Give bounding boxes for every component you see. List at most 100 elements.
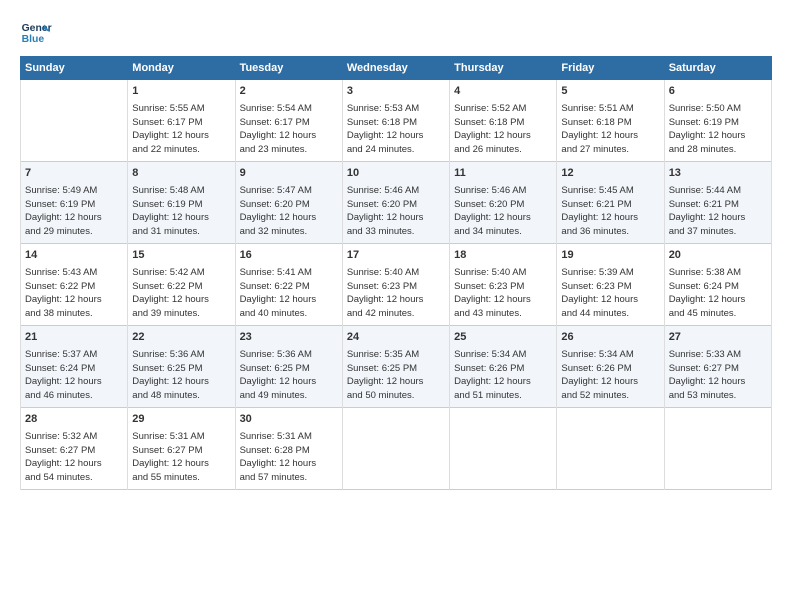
day-info: Sunrise: 5:49 AM Sunset: 6:19 PM Dayligh… [25,184,123,239]
day-info: Sunrise: 5:40 AM Sunset: 6:23 PM Dayligh… [347,266,445,321]
day-number: 22 [132,330,230,346]
calendar-table: SundayMondayTuesdayWednesdayThursdayFrid… [20,56,772,490]
calendar-cell: 23 Sunrise: 5:36 AM Sunset: 6:25 PM Dayli… [235,326,342,408]
day-number: 18 [454,248,552,264]
day-number: 6 [669,84,767,100]
day-info: Sunrise: 5:55 AM Sunset: 6:17 PM Dayligh… [132,102,230,157]
calendar-cell: 10 Sunrise: 5:46 AM Sunset: 6:20 PM Dayli… [342,162,449,244]
calendar-cell: 11 Sunrise: 5:46 AM Sunset: 6:20 PM Dayli… [450,162,557,244]
day-info: Sunrise: 5:37 AM Sunset: 6:24 PM Dayligh… [25,348,123,403]
day-info: Sunrise: 5:42 AM Sunset: 6:22 PM Dayligh… [132,266,230,321]
column-header-tuesday: Tuesday [235,57,342,80]
calendar-cell: 28 Sunrise: 5:32 AM Sunset: 6:27 PM Dayli… [21,408,128,490]
day-info: Sunrise: 5:51 AM Sunset: 6:18 PM Dayligh… [561,102,659,157]
calendar-cell: 5 Sunrise: 5:51 AM Sunset: 6:18 PM Daylig… [557,80,664,162]
day-number: 24 [347,330,445,346]
day-number: 5 [561,84,659,100]
day-info: Sunrise: 5:36 AM Sunset: 6:25 PM Dayligh… [240,348,338,403]
calendar-cell: 17 Sunrise: 5:40 AM Sunset: 6:23 PM Dayli… [342,244,449,326]
day-number: 15 [132,248,230,264]
day-info: Sunrise: 5:50 AM Sunset: 6:19 PM Dayligh… [669,102,767,157]
calendar-cell [664,408,771,490]
calendar-cell: 30 Sunrise: 5:31 AM Sunset: 6:28 PM Dayli… [235,408,342,490]
calendar-header-row: SundayMondayTuesdayWednesdayThursdayFrid… [21,57,772,80]
calendar-cell: 16Sunrise: 5:41 AM Sunset: 6:22 PM Dayli… [235,244,342,326]
svg-text:General: General [22,23,52,34]
calendar-cell: 2 Sunrise: 5:54 AM Sunset: 6:17 PM Daylig… [235,80,342,162]
day-number: 27 [669,330,767,346]
day-number: 25 [454,330,552,346]
calendar-cell: 18 Sunrise: 5:40 AM Sunset: 6:23 PM Dayli… [450,244,557,326]
day-info: Sunrise: 5:43 AM Sunset: 6:22 PM Dayligh… [25,266,123,321]
day-info: Sunrise: 5:54 AM Sunset: 6:17 PM Dayligh… [240,102,338,157]
calendar-cell: 3Sunrise: 5:53 AM Sunset: 6:18 PM Daylig… [342,80,449,162]
day-info: Sunrise: 5:40 AM Sunset: 6:23 PM Dayligh… [454,266,552,321]
day-number: 13 [669,166,767,182]
column-header-sunday: Sunday [21,57,128,80]
column-header-friday: Friday [557,57,664,80]
day-info: Sunrise: 5:48 AM Sunset: 6:19 PM Dayligh… [132,184,230,239]
calendar-cell [450,408,557,490]
day-number: 10 [347,166,445,182]
calendar-cell: 22 Sunrise: 5:36 AM Sunset: 6:25 PM Dayli… [128,326,235,408]
day-number: 26 [561,330,659,346]
day-number: 4 [454,84,552,100]
column-header-thursday: Thursday [450,57,557,80]
day-number: 8 [132,166,230,182]
day-number: 1 [132,84,230,100]
calendar-cell: 7 Sunrise: 5:49 AM Sunset: 6:19 PM Daylig… [21,162,128,244]
calendar-cell: 12 Sunrise: 5:45 AM Sunset: 6:21 PM Dayli… [557,162,664,244]
day-info: Sunrise: 5:46 AM Sunset: 6:20 PM Dayligh… [454,184,552,239]
week-row-2: 7 Sunrise: 5:49 AM Sunset: 6:19 PM Daylig… [21,162,772,244]
day-info: Sunrise: 5:35 AM Sunset: 6:25 PM Dayligh… [347,348,445,403]
day-number: 3 [347,84,445,100]
day-number: 16 [240,248,338,264]
calendar-cell: 4Sunrise: 5:52 AM Sunset: 6:18 PM Daylig… [450,80,557,162]
day-info: Sunrise: 5:47 AM Sunset: 6:20 PM Dayligh… [240,184,338,239]
day-number: 12 [561,166,659,182]
calendar-cell [342,408,449,490]
day-info: Sunrise: 5:34 AM Sunset: 6:26 PM Dayligh… [561,348,659,403]
column-header-wednesday: Wednesday [342,57,449,80]
week-row-3: 14Sunrise: 5:43 AM Sunset: 6:22 PM Dayli… [21,244,772,326]
calendar-cell: 27 Sunrise: 5:33 AM Sunset: 6:27 PM Dayli… [664,326,771,408]
calendar-cell: 24 Sunrise: 5:35 AM Sunset: 6:25 PM Dayli… [342,326,449,408]
page-container: General Blue SundayMondayTuesdayWednesda… [0,0,792,500]
day-info: Sunrise: 5:33 AM Sunset: 6:27 PM Dayligh… [669,348,767,403]
day-number: 20 [669,248,767,264]
calendar-cell: 21 Sunrise: 5:37 AM Sunset: 6:24 PM Dayli… [21,326,128,408]
week-row-1: 1 Sunrise: 5:55 AM Sunset: 6:17 PM Daylig… [21,80,772,162]
calendar-cell [557,408,664,490]
calendar-cell [21,80,128,162]
logo: General Blue [20,18,52,50]
week-row-4: 21 Sunrise: 5:37 AM Sunset: 6:24 PM Dayli… [21,326,772,408]
day-info: Sunrise: 5:45 AM Sunset: 6:21 PM Dayligh… [561,184,659,239]
calendar-cell: 19 Sunrise: 5:39 AM Sunset: 6:23 PM Dayli… [557,244,664,326]
day-info: Sunrise: 5:31 AM Sunset: 6:27 PM Dayligh… [132,430,230,485]
day-info: Sunrise: 5:44 AM Sunset: 6:21 PM Dayligh… [669,184,767,239]
day-info: Sunrise: 5:38 AM Sunset: 6:24 PM Dayligh… [669,266,767,321]
day-info: Sunrise: 5:34 AM Sunset: 6:26 PM Dayligh… [454,348,552,403]
day-info: Sunrise: 5:39 AM Sunset: 6:23 PM Dayligh… [561,266,659,321]
day-number: 2 [240,84,338,100]
day-info: Sunrise: 5:46 AM Sunset: 6:20 PM Dayligh… [347,184,445,239]
day-number: 19 [561,248,659,264]
svg-text:Blue: Blue [22,34,45,45]
day-info: Sunrise: 5:36 AM Sunset: 6:25 PM Dayligh… [132,348,230,403]
day-number: 11 [454,166,552,182]
day-info: Sunrise: 5:32 AM Sunset: 6:27 PM Dayligh… [25,430,123,485]
logo-icon: General Blue [20,18,52,50]
day-number: 21 [25,330,123,346]
calendar-cell: 15 Sunrise: 5:42 AM Sunset: 6:22 PM Dayli… [128,244,235,326]
day-info: Sunrise: 5:31 AM Sunset: 6:28 PM Dayligh… [240,430,338,485]
column-header-monday: Monday [128,57,235,80]
calendar-cell: 13 Sunrise: 5:44 AM Sunset: 6:21 PM Dayli… [664,162,771,244]
calendar-cell: 1 Sunrise: 5:55 AM Sunset: 6:17 PM Daylig… [128,80,235,162]
day-number: 28 [25,412,123,428]
day-number: 7 [25,166,123,182]
day-number: 30 [240,412,338,428]
calendar-cell: 29Sunrise: 5:31 AM Sunset: 6:27 PM Dayli… [128,408,235,490]
header: General Blue [20,18,772,50]
day-number: 17 [347,248,445,264]
day-number: 23 [240,330,338,346]
